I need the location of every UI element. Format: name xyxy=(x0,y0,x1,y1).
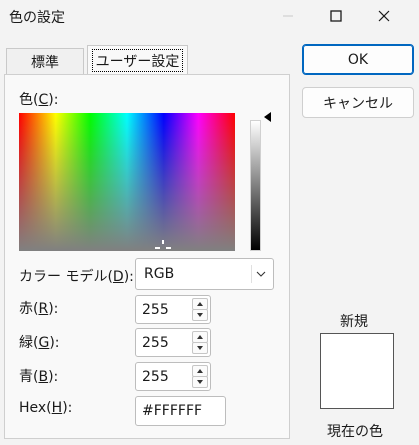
title-bar: 色の設定 xyxy=(0,0,419,34)
ok-button[interactable]: OK xyxy=(302,44,414,75)
color-label: 色(C): xyxy=(19,92,59,108)
green-label: 緑(G): xyxy=(19,335,60,351)
minimize-button[interactable] xyxy=(265,0,311,32)
blue-decrement-button[interactable] xyxy=(192,376,208,388)
blue-value[interactable]: 255 xyxy=(142,369,169,385)
red-decrement-button[interactable] xyxy=(192,309,208,321)
maximize-button[interactable] xyxy=(313,0,359,32)
luminance-pointer-icon[interactable] xyxy=(264,112,271,122)
luminance-slider[interactable] xyxy=(250,120,261,251)
arrow-up-icon xyxy=(197,302,203,306)
close-button[interactable] xyxy=(361,0,407,32)
blue-label: 青(B): xyxy=(19,369,59,385)
tab-standard[interactable]: 標準 xyxy=(6,48,84,75)
arrow-down-icon xyxy=(197,380,203,384)
color-spectrum[interactable] xyxy=(19,113,235,251)
current-color-label: 現在の色 xyxy=(327,424,383,440)
arrow-up-icon xyxy=(197,335,203,339)
green-value[interactable]: 255 xyxy=(142,335,169,351)
color-model-select[interactable]: RGB xyxy=(135,258,274,290)
color-preview-swatch xyxy=(320,333,394,409)
red-stepper[interactable]: 255 xyxy=(135,295,211,324)
red-label: 赤(R): xyxy=(19,301,59,317)
color-model-label: カラー モデル(D): xyxy=(19,269,134,285)
new-color-label: 新規 xyxy=(340,314,368,330)
arrow-down-icon xyxy=(197,313,203,317)
maximize-icon xyxy=(330,10,342,22)
red-value[interactable]: 255 xyxy=(142,302,169,318)
close-icon xyxy=(378,10,390,22)
tab-custom[interactable]: ユーザー設定 xyxy=(87,45,188,75)
hex-input[interactable]: #FFFFFF xyxy=(135,396,226,426)
arrow-up-icon xyxy=(197,369,203,373)
crosshair-icon xyxy=(155,240,171,249)
arrow-down-icon xyxy=(197,346,203,350)
window-title: 色の設定 xyxy=(9,10,65,26)
color-model-value: RGB xyxy=(144,266,175,282)
chevron-down-icon[interactable] xyxy=(251,265,269,283)
tab-standard-label: 標準 xyxy=(31,55,59,71)
tab-focus-rect xyxy=(92,49,183,72)
blue-stepper[interactable]: 255 xyxy=(135,362,211,391)
green-stepper[interactable]: 255 xyxy=(135,328,211,357)
hex-value[interactable]: #FFFFFF xyxy=(142,403,202,419)
hex-label: Hex(H): xyxy=(19,400,73,416)
cancel-button[interactable]: キャンセル xyxy=(302,87,414,118)
green-decrement-button[interactable] xyxy=(192,342,208,354)
minimize-icon xyxy=(283,15,293,17)
